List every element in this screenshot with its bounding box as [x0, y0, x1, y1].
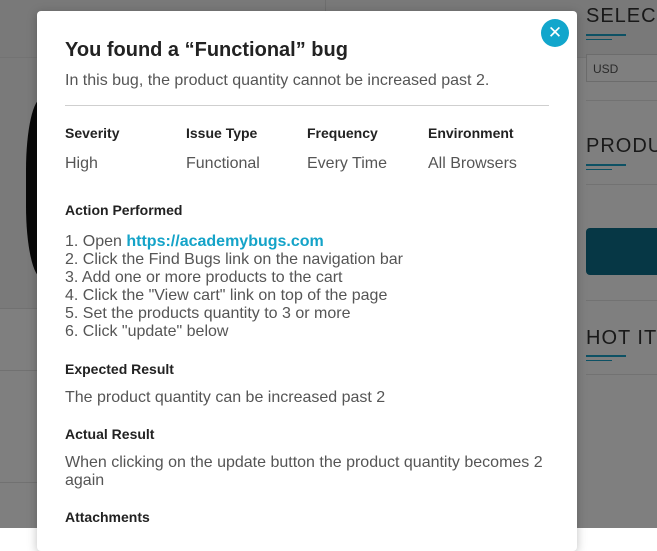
- modal-divider: [65, 105, 549, 106]
- meta-label: Environment: [428, 125, 514, 141]
- modal-description: In this bug, the product quantity cannot…: [65, 72, 490, 89]
- meta-label: Severity: [65, 125, 120, 141]
- list-item: 2. Click the Find Bugs link on the navig…: [65, 251, 403, 268]
- meta-label: Frequency: [307, 125, 378, 141]
- meta-value: Every Time: [307, 155, 388, 172]
- list-item: 4. Click the "View cart" link on top of …: [65, 287, 388, 304]
- meta-severity: Severity High: [65, 125, 119, 173]
- step-prefix: 1. Open: [65, 233, 127, 250]
- meta-frequency: Frequency Every Time: [307, 125, 387, 173]
- actual-result-title: Actual Result: [65, 426, 155, 442]
- meta-value: Functional: [186, 155, 260, 172]
- meta-issue-type: Issue Type Functional: [186, 125, 260, 173]
- close-button[interactable]: ✕: [541, 19, 569, 47]
- expected-result-text: The product quantity can be increased pa…: [65, 389, 386, 406]
- list-item: 1. Open https://academybugs.com: [65, 233, 403, 251]
- meta-value: High: [65, 155, 98, 172]
- action-performed-title: Action Performed: [65, 202, 183, 218]
- meta-environment: Environment All Browsers: [428, 125, 517, 173]
- meta-label: Issue Type: [186, 125, 258, 141]
- actual-result-text: When clicking on the update button the p…: [65, 454, 543, 489]
- attachments-title: Attachments: [65, 509, 150, 525]
- bug-modal: ✕ You found a “Functional” bug In this b…: [37, 11, 577, 551]
- list-item: 6. Click "update" below: [65, 323, 229, 340]
- close-icon: ✕: [547, 23, 563, 42]
- action-steps-list: 1. Open https://academybugs.com 2. Click…: [65, 233, 403, 341]
- meta-value: All Browsers: [428, 155, 517, 172]
- expected-result-title: Expected Result: [65, 361, 174, 377]
- list-item: 3. Add one or more products to the cart: [65, 269, 343, 286]
- academybugs-link[interactable]: https://academybugs.com: [126, 233, 323, 250]
- list-item: 5. Set the products quantity to 3 or mor…: [65, 305, 351, 322]
- modal-title: You found a “Functional” bug: [65, 39, 348, 61]
